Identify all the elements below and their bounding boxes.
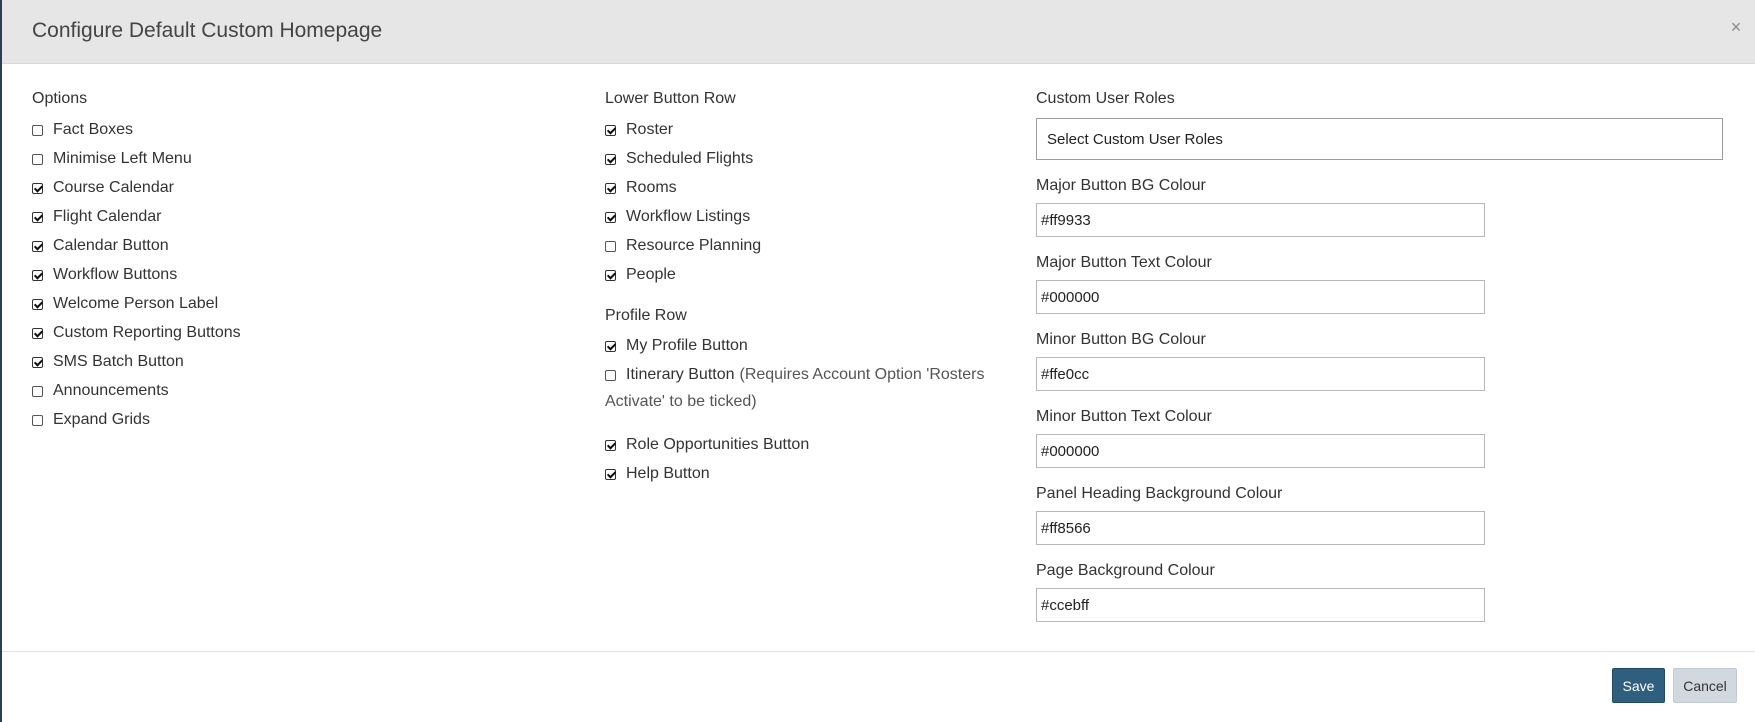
modal-header: Configure Default Custom Homepage × (2, 0, 1755, 64)
role-opportunities-button-option[interactable]: Role Opportunities Button (605, 434, 809, 456)
minor-button-text-colour-input[interactable]: #000000 (1036, 434, 1485, 468)
itinerary-button-option[interactable]: Itinerary Button (Requires Account Optio… (605, 364, 984, 386)
people-checkbox[interactable] (605, 269, 616, 281)
announcements-checkbox[interactable] (32, 385, 43, 397)
major-button-text-colour-input[interactable]: #000000 (1036, 280, 1485, 314)
workflow-listings-checkbox[interactable] (605, 211, 616, 223)
expand-grids-checkbox[interactable] (32, 414, 43, 426)
workflow-listings-option[interactable]: Workflow Listings (605, 206, 750, 228)
scheduled-flights-checkbox[interactable] (605, 153, 616, 165)
help-button-option[interactable]: Help Button (605, 463, 710, 485)
welcome-person-label-checkbox[interactable] (32, 298, 43, 310)
custom-reporting-buttons-checkbox[interactable] (32, 327, 43, 339)
custom-user-roles-select[interactable]: Select Custom User Roles (1036, 118, 1723, 160)
options-heading: Options (32, 90, 88, 107)
page-background-colour-input[interactable]: #ccebff (1036, 588, 1485, 622)
course-calendar-checkbox[interactable] (32, 182, 43, 194)
scheduled-flights-label: Scheduled Flights (626, 150, 754, 167)
major-button-bg-colour-input[interactable]: #ff9933 (1036, 203, 1485, 237)
role-opportunities-label: Role Opportunities Button (626, 436, 810, 453)
calendar-button-option[interactable]: Calendar Button (32, 235, 169, 257)
minor-button-bg-colour-input[interactable]: #ffe0cc (1036, 357, 1485, 391)
panel-heading-background-colour-input[interactable]: #ff8566 (1036, 511, 1485, 545)
my-profile-label: My Profile Button (626, 337, 748, 354)
help-checkbox[interactable] (605, 468, 616, 480)
lower-button-row-heading: Lower Button Row (605, 90, 736, 107)
resource-planning-label: Resource Planning (626, 237, 762, 254)
itinerary-label: Itinerary Button (626, 366, 735, 383)
profile-row-heading: Profile Row (605, 307, 687, 324)
flight-calendar-checkbox[interactable] (32, 211, 43, 223)
workflow-buttons-option[interactable]: Workflow Buttons (32, 264, 177, 286)
cancel-button[interactable]: Cancel (1673, 668, 1737, 703)
sms-batch-button-option[interactable]: SMS Batch Button (32, 351, 184, 373)
roster-option[interactable]: Roster (605, 119, 673, 141)
minimise-left-menu-option[interactable]: Minimise Left Menu (32, 148, 192, 170)
flight-calendar-label: Flight Calendar (53, 208, 162, 225)
scheduled-flights-option[interactable]: Scheduled Flights (605, 148, 753, 170)
custom-reporting-buttons-option[interactable]: Custom Reporting Buttons (32, 322, 241, 344)
minimise-left-menu-label: Minimise Left Menu (53, 150, 192, 167)
flight-calendar-option[interactable]: Flight Calendar (32, 206, 162, 228)
rooms-label: Rooms (626, 179, 677, 196)
rooms-option[interactable]: Rooms (605, 177, 677, 199)
calendar-button-label: Calendar Button (53, 237, 169, 254)
workflow-listings-label: Workflow Listings (626, 208, 751, 225)
expand-grids-label: Expand Grids (53, 411, 150, 428)
resource-planning-option[interactable]: Resource Planning (605, 235, 761, 257)
announcements-label: Announcements (53, 382, 169, 399)
minor-button-text-colour-label: Minor Button Text Colour (1036, 408, 1212, 425)
calendar-button-checkbox[interactable] (32, 240, 43, 252)
people-label: People (626, 266, 676, 283)
fact-boxes-option[interactable]: Fact Boxes (32, 119, 133, 141)
itinerary-note-line1: (Requires Account Option 'Rosters (739, 366, 985, 383)
rooms-checkbox[interactable] (605, 182, 616, 194)
course-calendar-option[interactable]: Course Calendar (32, 177, 174, 199)
fact-boxes-label: Fact Boxes (53, 121, 134, 138)
page-background-colour-label: Page Background Colour (1036, 562, 1215, 579)
save-button[interactable]: Save (1612, 668, 1665, 703)
sms-batch-button-checkbox[interactable] (32, 356, 43, 368)
close-icon[interactable]: × (1727, 18, 1745, 36)
major-button-text-colour-label: Major Button Text Colour (1036, 254, 1212, 271)
major-button-bg-colour-label: Major Button BG Colour (1036, 177, 1206, 194)
announcements-option[interactable]: Announcements (32, 380, 169, 402)
role-opportunities-checkbox[interactable] (605, 439, 616, 451)
itinerary-note-line2: Activate' to be ticked) (605, 393, 757, 410)
minimise-left-menu-checkbox[interactable] (32, 153, 43, 165)
footer-divider (2, 651, 1755, 652)
sms-batch-button-label: SMS Batch Button (53, 353, 184, 370)
help-label: Help Button (626, 465, 710, 482)
roster-checkbox[interactable] (605, 124, 616, 136)
welcome-person-label-label: Welcome Person Label (53, 295, 219, 312)
course-calendar-label: Course Calendar (53, 179, 174, 196)
fact-boxes-checkbox[interactable] (32, 124, 43, 136)
custom-user-roles-label: Custom User Roles (1036, 90, 1175, 107)
welcome-person-label-option[interactable]: Welcome Person Label (32, 293, 218, 315)
my-profile-checkbox[interactable] (605, 340, 616, 352)
roster-label: Roster (626, 121, 674, 138)
panel-heading-background-colour-label: Panel Heading Background Colour (1036, 485, 1283, 502)
workflow-buttons-label: Workflow Buttons (53, 266, 178, 283)
expand-grids-option[interactable]: Expand Grids (32, 409, 150, 431)
configure-homepage-modal: Configure Default Custom Homepage × (2, 0, 1755, 722)
people-option[interactable]: People (605, 264, 676, 286)
custom-reporting-buttons-label: Custom Reporting Buttons (53, 324, 241, 341)
my-profile-button-option[interactable]: My Profile Button (605, 335, 748, 357)
resource-planning-checkbox[interactable] (605, 240, 616, 252)
modal-title: Configure Default Custom Homepage (32, 19, 383, 42)
itinerary-checkbox[interactable] (605, 369, 616, 381)
workflow-buttons-checkbox[interactable] (32, 269, 43, 281)
minor-button-bg-colour-label: Minor Button BG Colour (1036, 331, 1206, 348)
